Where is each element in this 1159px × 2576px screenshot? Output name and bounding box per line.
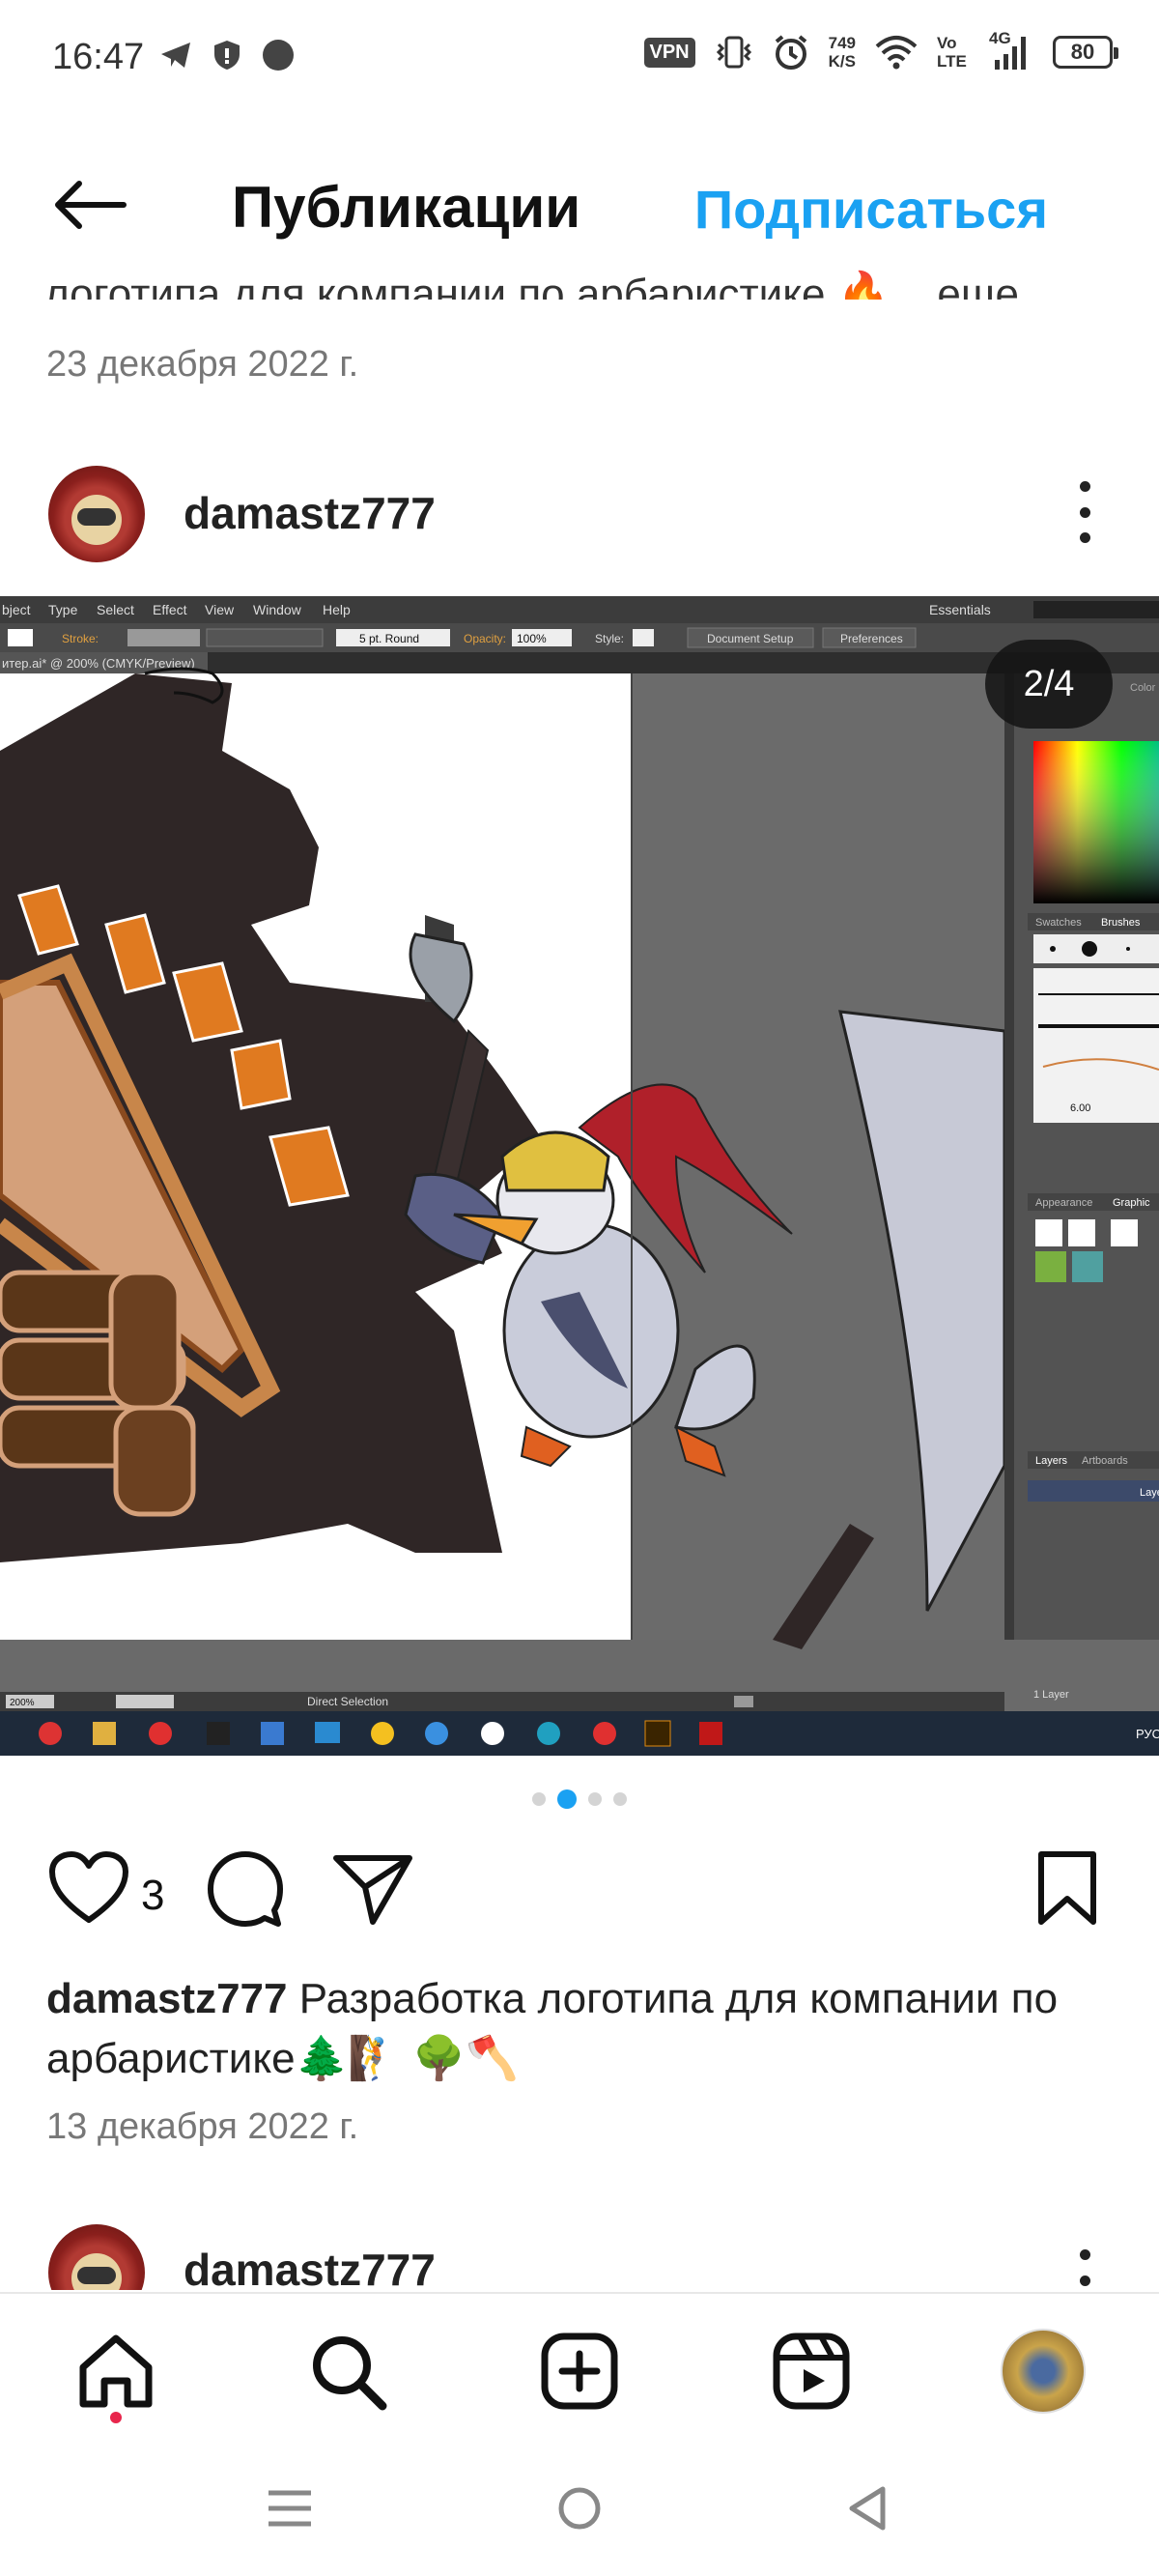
svg-text:Window: Window bbox=[253, 602, 302, 617]
next-post-header: damastz777 bbox=[0, 2222, 1159, 2290]
avatar[interactable] bbox=[48, 466, 145, 562]
share-icon[interactable] bbox=[332, 1850, 413, 1928]
svg-text:Opacity:: Opacity: bbox=[464, 632, 506, 645]
svg-text:1 Layer: 1 Layer bbox=[1033, 1689, 1069, 1701]
signal-icon: 4G bbox=[989, 29, 1033, 72]
post-username[interactable]: damastz777 bbox=[184, 487, 436, 539]
bottom-navigation bbox=[0, 2292, 1159, 2447]
svg-text:Preferences: Preferences bbox=[840, 632, 903, 645]
heart-icon[interactable] bbox=[48, 1850, 129, 1928]
svg-text:Stroke:: Stroke: bbox=[62, 632, 99, 645]
next-post-username[interactable]: damastz777 bbox=[184, 2244, 436, 2290]
svg-text:Artboards: Artboards bbox=[1082, 1455, 1128, 1467]
caption-username[interactable]: damastz777 bbox=[46, 1975, 287, 2022]
home-icon[interactable] bbox=[75, 2331, 156, 2412]
profile-avatar[interactable] bbox=[1001, 2329, 1086, 2414]
volte-label: Vo LTE bbox=[937, 34, 967, 71]
shield-icon bbox=[214, 41, 240, 70]
svg-text:Document Setup: Document Setup bbox=[707, 632, 794, 645]
svg-text:Laye: Laye bbox=[1140, 1487, 1159, 1499]
page-title: Публикации bbox=[232, 175, 581, 240]
carousel-dot bbox=[588, 1792, 602, 1806]
search-icon[interactable] bbox=[307, 2331, 388, 2412]
svg-text:РУС: РУС bbox=[1136, 1727, 1159, 1741]
telegram-icon bbox=[161, 43, 190, 68]
illustrator-screenshot: bject Type Select Effect View Window Hel… bbox=[0, 596, 1159, 1756]
alarm-icon bbox=[775, 35, 806, 70]
status-bar: 16:47 VPN 749 K/S Vo LTE 4G 80 bbox=[0, 0, 1159, 116]
svg-text:Layers: Layers bbox=[1035, 1455, 1068, 1467]
network-speed: 749 K/S bbox=[829, 34, 856, 71]
svg-text:Type: Type bbox=[48, 602, 78, 617]
add-post-icon[interactable] bbox=[539, 2331, 620, 2412]
post-date: 13 декабря 2022 г. bbox=[46, 2106, 359, 2147]
avatar[interactable] bbox=[48, 2224, 145, 2290]
vpn-badge: VPN bbox=[643, 37, 695, 68]
back-triangle-icon[interactable] bbox=[846, 2485, 889, 2532]
menu-icon[interactable] bbox=[267, 2487, 313, 2530]
speed-unit: K/S bbox=[828, 52, 856, 71]
svg-text:Appearance: Appearance bbox=[1035, 1197, 1092, 1209]
svg-text:View: View bbox=[205, 602, 235, 617]
post-actions: 3 bbox=[0, 1850, 1159, 1937]
post-header: damastz777 bbox=[0, 454, 1159, 570]
status-right-icons: VPN 749 K/S Vo LTE 4G 80 bbox=[643, 29, 1118, 72]
image-counter: 2/4 bbox=[985, 640, 1113, 729]
reels-icon[interactable] bbox=[771, 2331, 852, 2412]
status-time: 16:47 bbox=[52, 37, 145, 77]
svg-text:bject: bject bbox=[2, 602, 31, 617]
bookmark-icon[interactable] bbox=[1035, 1850, 1099, 1928]
speed-value: 749 bbox=[828, 34, 856, 52]
svg-text:Style:: Style: bbox=[595, 632, 624, 645]
more-options-icon[interactable] bbox=[1078, 2249, 1091, 2290]
system-navigation bbox=[0, 2447, 1159, 2576]
battery-level: 80 bbox=[1070, 40, 1095, 64]
subscribe-button[interactable]: Подписаться bbox=[694, 178, 1048, 241]
svg-text:Swatches: Swatches bbox=[1035, 917, 1082, 929]
svg-text:Select: Select bbox=[97, 602, 134, 617]
svg-text:Help: Help bbox=[323, 602, 351, 617]
svg-text:Color Guide: Color Guide bbox=[1130, 682, 1159, 694]
post-image[interactable]: bject Type Select Effect View Window Hel… bbox=[0, 596, 1159, 1756]
carousel-dot bbox=[613, 1792, 627, 1806]
svg-text:6.00: 6.00 bbox=[1070, 1102, 1090, 1114]
like-count[interactable]: 3 bbox=[141, 1872, 164, 1920]
svg-text:Effect: Effect bbox=[153, 602, 187, 617]
app-header: Публикации Подписаться логотипа для комп… bbox=[0, 116, 1159, 300]
previous-post-caption[interactable]: логотипа для компании по арбаристике 🔥..… bbox=[44, 269, 1019, 300]
carousel-dot bbox=[532, 1792, 546, 1806]
wifi-icon bbox=[875, 36, 918, 70]
dot-icon bbox=[263, 40, 294, 71]
avatar-mask bbox=[77, 2267, 116, 2284]
avatar-mask bbox=[77, 508, 116, 526]
carousel-dot-active bbox=[557, 1789, 577, 1809]
svg-text:Direct Selection: Direct Selection bbox=[307, 1695, 388, 1708]
more-options-icon[interactable] bbox=[1078, 481, 1091, 543]
svg-text:Graphic: Graphic bbox=[1113, 1197, 1150, 1209]
svg-text:5 pt. Round: 5 pt. Round bbox=[359, 632, 419, 645]
svg-text:Brushes: Brushes bbox=[1101, 917, 1141, 929]
svg-text:100%: 100% bbox=[517, 632, 547, 645]
previous-post-date: 23 декабря 2022 г. bbox=[46, 344, 359, 385]
post-caption: damastz777 Разработка логотипа для компа… bbox=[46, 1969, 1118, 2089]
carousel-dots bbox=[0, 1789, 1159, 1809]
bluetooth-vibrate-icon bbox=[716, 36, 751, 69]
svg-text:200%: 200% bbox=[10, 1698, 35, 1708]
status-left-icons bbox=[159, 39, 295, 72]
comment-icon[interactable] bbox=[207, 1850, 284, 1928]
notification-dot bbox=[110, 2412, 122, 2423]
arrow-left-icon[interactable] bbox=[50, 176, 127, 234]
home-circle-icon[interactable] bbox=[556, 2485, 603, 2532]
svg-text:Essentials: Essentials bbox=[929, 602, 991, 617]
battery-indicator: 80 bbox=[1053, 36, 1118, 69]
